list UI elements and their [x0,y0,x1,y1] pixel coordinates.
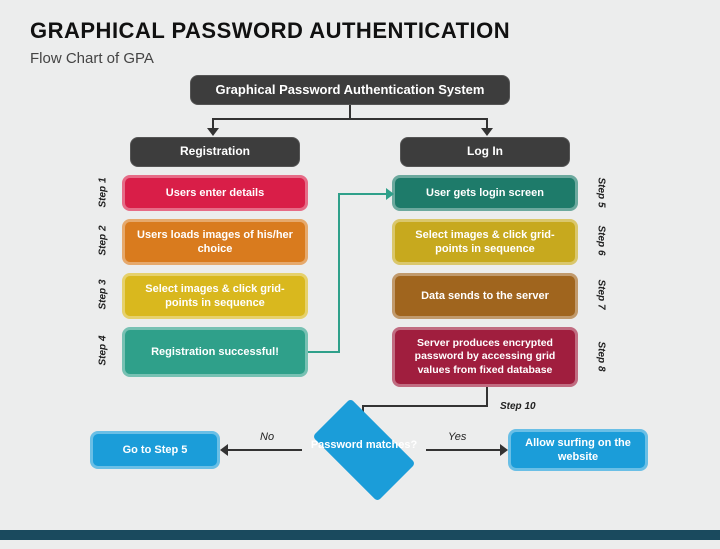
step-5-box: User gets login screen [392,175,578,211]
page-title: GRAPHICAL PASSWORD AUTHENTICATION [30,18,690,44]
decision-text: Password matches? [304,439,424,452]
step-7-label: Step 7 [596,279,607,309]
yes-result-box: Allow surfing on the website [508,429,648,471]
no-result-text: Go to Step 5 [123,443,188,457]
step-6-label: Step 6 [596,225,607,255]
no-result-box: Go to Step 5 [90,431,220,469]
step-2-box: Users loads images of his/her choice [122,219,308,265]
step-4-label: Step 4 [98,335,109,365]
step-6-box: Select images & click grid-points in seq… [392,219,578,265]
step-3-box: Select images & click grid-points in seq… [122,273,308,319]
step-4-box: Registration successful! [122,327,308,377]
step-8-box: Server produces encrypted password by ac… [392,327,578,387]
no-label: No [260,431,274,443]
footer-bar [0,530,720,540]
flowchart: Graphical Password Authentication System… [30,71,690,531]
page-subtitle: Flow Chart of GPA [30,50,690,67]
registration-header: Registration [130,137,300,167]
step-5-label: Step 5 [596,177,607,207]
step-10-label: Step 10 [500,401,536,412]
step-7-box: Data sends to the server [392,273,578,319]
step-1-label: Step 1 [98,177,109,207]
step-2-label: Step 2 [98,225,109,255]
step-8-label: Step 8 [596,341,607,371]
system-header-box: Graphical Password Authentication System [190,75,510,105]
step-3-label: Step 3 [98,279,109,309]
yes-label: Yes [448,431,466,443]
step-1-box: Users enter details [122,175,308,211]
login-header: Log In [400,137,570,167]
